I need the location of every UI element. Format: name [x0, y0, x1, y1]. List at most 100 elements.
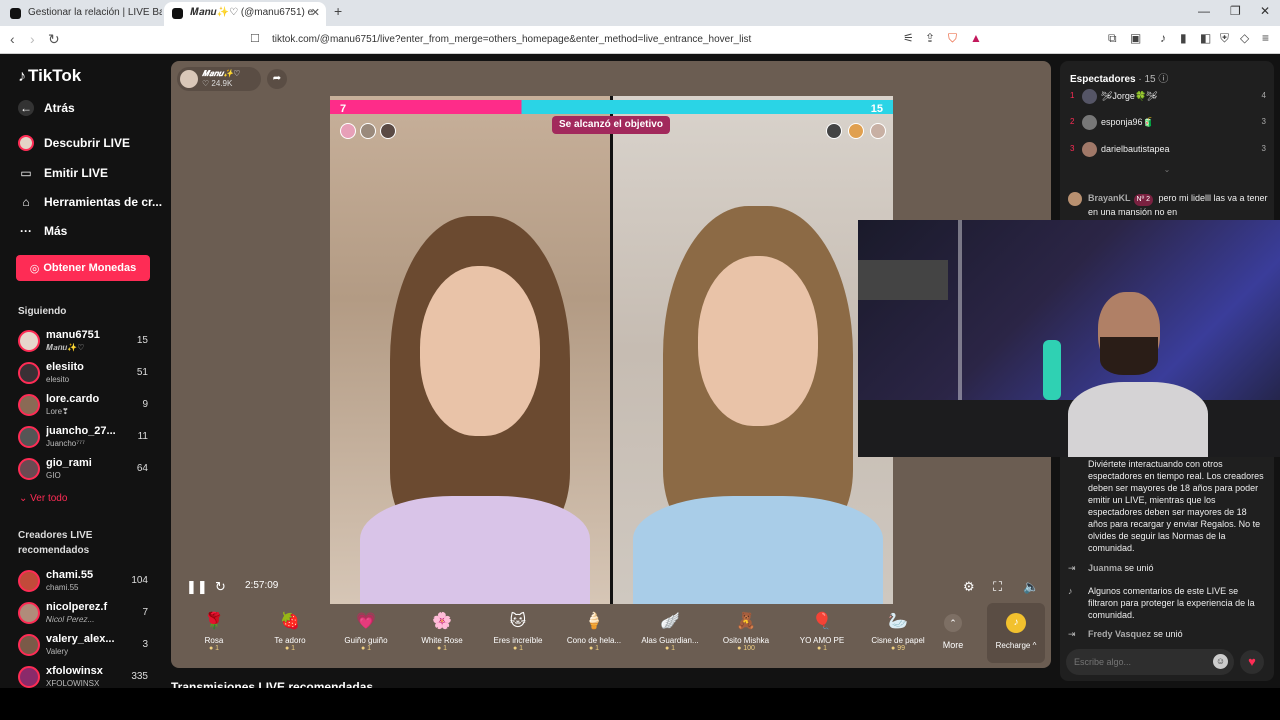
video-right-streamer — [613, 96, 893, 604]
following-item[interactable]: lore.cardo Lore❣ 9 — [16, 392, 156, 422]
rewards-icon[interactable]: ▲ — [970, 31, 982, 45]
get-coins-button[interactable]: ◎ Obtener Monedas — [16, 255, 150, 281]
sidebar-toggle-icon[interactable]: ▮ — [1180, 31, 1187, 45]
gift-white-rose[interactable]: 🌸 White Rose ● 1 — [404, 605, 480, 663]
avatar — [18, 634, 40, 656]
chat-comment[interactable]: BrayanKL Nº 2 pero mi lidelll las va a te… — [1068, 192, 1268, 218]
battle-video[interactable]: 7 15 Se alcanzó el objetivo — [330, 96, 893, 604]
gift-te-adoro[interactable]: 🍓 Te adoro ● 1 — [252, 605, 328, 663]
supporter-avatar[interactable] — [826, 123, 842, 139]
tab-live-backstage[interactable]: Gestionar la relación | LIVE Backstage — [2, 2, 162, 26]
translate-icon[interactable]: ⚟ — [903, 31, 914, 45]
following-item[interactable]: gio_rami GIO 64 — [16, 456, 156, 486]
following-item[interactable]: elesiito elesito 51 — [16, 360, 156, 390]
gift-alas-guardian[interactable]: 🪽 Alas Guardian... ● 1 — [632, 605, 708, 663]
viewer-row[interactable]: 1 🛩Jorge🍀🛩 4 — [1070, 87, 1266, 107]
heart-icon: ♥ — [1248, 654, 1256, 669]
settings-gear-icon[interactable]: ⚙ — [963, 579, 975, 595]
see-all-link[interactable]: ⌄ Ver todo — [19, 493, 67, 504]
url-field[interactable]: tiktok.com/@manu6751/live?enter_from_mer… — [272, 31, 751, 49]
beard-shape — [1100, 337, 1158, 375]
welcome-message: Diviértete interactuando con otros espec… — [1088, 459, 1264, 553]
score-right: 15 — [870, 103, 883, 115]
viewer-row[interactable]: 2 esponja96🧃 3 — [1070, 113, 1266, 133]
bookmark-icon[interactable]: ☐ — [250, 32, 260, 45]
forward-arrow-icon[interactable]: › — [30, 31, 35, 47]
minimize-icon[interactable]: — — [1198, 4, 1210, 18]
pause-icon[interactable]: ❚❚ — [186, 579, 208, 595]
tiktok-favicon-icon — [172, 8, 183, 19]
gift-yo-amo-pe[interactable]: 🎈 YO AMO PE ● 1 — [784, 605, 860, 663]
sidebar: ♪ TikTok ← Atrás Descubrir LIVE ▭ Emitir … — [0, 54, 165, 688]
share-icon[interactable]: ⇪ — [925, 31, 935, 45]
chevron-up-icon: ⌃ — [944, 614, 962, 632]
tab-tiktok-live[interactable]: 𝑴𝒂𝒏𝒖✨♡ (@manu6751) e ✕ — [164, 2, 326, 26]
recommended-item[interactable]: xfolowinsx XFOLOWINSX 335 — [16, 664, 156, 688]
like-heart-button[interactable]: ♥ — [1240, 650, 1264, 674]
nav-creator-tools[interactable]: ⌂ Herramientas de cr... — [18, 194, 162, 210]
emoji-icon[interactable]: ☺ — [1213, 654, 1228, 669]
wallet-icon[interactable]: ◧ — [1200, 31, 1211, 45]
supporter-avatar[interactable] — [870, 123, 886, 139]
more-gifts-button[interactable]: ⌃ More — [935, 605, 971, 663]
share-button[interactable]: ➦ — [267, 69, 287, 89]
volume-icon[interactable]: 🔈 — [1023, 579, 1039, 595]
avatar — [18, 458, 40, 480]
refresh-icon[interactable]: ↻ — [215, 579, 226, 595]
info-icon[interactable]: ⓘ — [1158, 74, 1168, 85]
menu-icon[interactable]: ≡ — [1262, 31, 1269, 45]
gift-guino-guino[interactable]: 💗 Guiño guiño ● 1 — [328, 605, 404, 663]
music-icon[interactable]: ♪ — [1160, 31, 1166, 45]
home-icon: ⌂ — [22, 195, 30, 209]
shield-icon[interactable]: ◇ — [1240, 31, 1249, 45]
nav-back[interactable]: ← Atrás — [18, 100, 75, 116]
supporter-avatar[interactable] — [848, 123, 864, 139]
avatar — [1082, 142, 1097, 157]
supporter-avatar[interactable] — [340, 123, 356, 139]
discover-avatar — [18, 135, 34, 151]
close-tab-icon[interactable]: ✕ — [311, 2, 320, 24]
gift-cisne-de-papel[interactable]: 🦢 Cisne de papel ● 99 — [860, 605, 936, 663]
back-arrow-icon[interactable]: ‹ — [10, 31, 15, 47]
gift-cono-helado[interactable]: 🍦 Cono de hela... ● 1 — [556, 605, 632, 663]
host-info[interactable]: 𝑴𝒂𝒏𝒖✨♡ ♡ 24.9K — [177, 67, 261, 91]
recharge-button[interactable]: ♪ Recharge ^ — [987, 603, 1045, 663]
nav-more[interactable]: ··· Más — [18, 223, 67, 239]
recommended-item[interactable]: nicolperez.f 𝑁𝑖𝑐𝑜𝑙 𝑃𝑒𝑟𝑒𝑧... 7 — [16, 600, 156, 630]
recommended-item[interactable]: chami.55 chami.55 104 — [16, 568, 156, 598]
following-item[interactable]: juancho_27... Juancho⁷⁷⁷ 11 — [16, 424, 156, 454]
following-item[interactable]: manu6751 𝑴𝒂𝒏𝒖✨♡ 15 — [16, 328, 156, 358]
vpn-icon[interactable]: ⛨ — [1220, 31, 1229, 46]
gift-rosa[interactable]: 🌹 Rosa ● 1 — [176, 605, 252, 663]
supporter-avatar[interactable] — [380, 123, 396, 139]
extensions-icon[interactable]: ⧉ — [1108, 31, 1117, 46]
restore-icon[interactable]: ❐ — [1230, 4, 1241, 18]
new-tab-icon[interactable]: + — [334, 3, 342, 19]
supporter-avatar[interactable] — [360, 123, 376, 139]
more-dots-icon: ··· — [20, 224, 32, 238]
expand-chevron-icon[interactable]: ⌄ — [1060, 165, 1274, 174]
screenshot-icon[interactable]: ▣ — [1130, 31, 1141, 45]
fullscreen-icon[interactable]: ⛶ — [993, 579, 1002, 595]
nav-go-live[interactable]: ▭ Emitir LIVE — [18, 165, 108, 181]
microphone-shape — [1043, 340, 1061, 400]
viewer-row[interactable]: 3 darielbautistapea 3 — [1070, 140, 1266, 160]
browser-tab-strip: Gestionar la relación | LIVE Backstage 𝑴… — [0, 0, 1280, 26]
nav-discover-live[interactable]: Descubrir LIVE — [18, 135, 130, 151]
viewers-title[interactable]: Espectadores · 15 ⓘ — [1070, 70, 1168, 85]
gift-icon: 🪽 — [660, 613, 680, 630]
close-window-icon[interactable]: ✕ — [1260, 4, 1270, 18]
join-icon: ⇥ — [1068, 563, 1076, 573]
back-arrow-icon: ← — [18, 100, 34, 116]
gift-eres-increible[interactable]: 🐱 Eres increíble ● 1 — [480, 605, 556, 663]
chat-input-box[interactable]: ☺ — [1066, 649, 1234, 675]
gift-osito-mishka[interactable]: 🧸 Osito Mishka ● 100 — [708, 605, 784, 663]
coin-icon: ◎ — [29, 262, 40, 275]
goal-reached-badge: Se alcanzó el objetivo — [552, 116, 670, 134]
avatar — [18, 570, 40, 592]
chat-input[interactable] — [1074, 654, 1204, 670]
recommended-item[interactable]: valery_alex... Valery 3 — [16, 632, 156, 662]
reload-icon[interactable]: ↻ — [48, 31, 60, 48]
brave-shield-icon[interactable]: ⛉ — [948, 31, 957, 46]
tiktok-logo[interactable]: ♪ TikTok — [18, 66, 81, 86]
